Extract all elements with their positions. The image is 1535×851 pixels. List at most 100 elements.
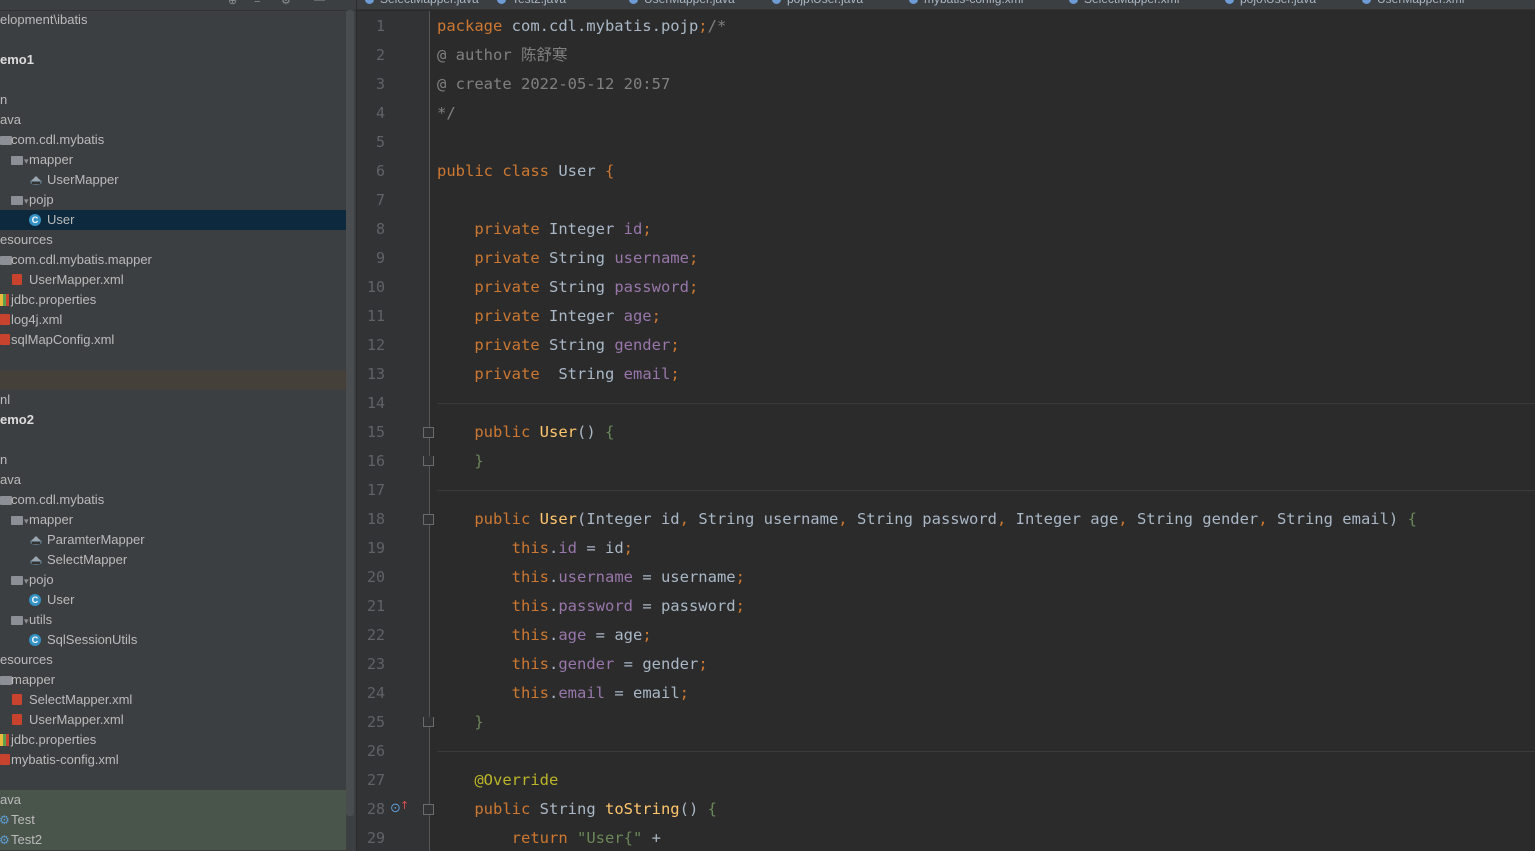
editor-tab[interactable]: pojp\User.java [772,0,863,9]
tree-item[interactable]: C User [0,590,346,610]
code-line[interactable]: private String email; [437,360,679,389]
tree-item[interactable]: nl [0,390,346,410]
code-line[interactable]: } [437,447,483,476]
tree-item[interactable]: com.cdl.mybatis [0,130,346,150]
code-line[interactable]: this.password = password; [437,592,745,621]
tree-item-label: esources [0,232,53,247]
editor-tab[interactable]: SelectMapper.xml [1069,0,1179,9]
editor-tab[interactable]: Test2.java [497,0,566,9]
locate-icon[interactable]: ⊕ [228,0,237,7]
tree-item[interactable]: UserMapper [0,170,346,190]
tree-item[interactable]: ParamterMapper [0,530,346,550]
tree-item[interactable]: ⚙ Test [0,810,346,830]
tree-item[interactable]: ▾ pojo [0,570,346,590]
code-line[interactable]: public User(Integer id, String username,… [437,505,1417,534]
tree-item[interactable]: com.cdl.mybatis.mapper [0,250,346,270]
tree-item[interactable]: SelectMapper [0,550,346,570]
tree-item[interactable]: ▾ mapper [0,150,346,170]
fold-end-marker-icon[interactable] [423,456,434,466]
tree-item[interactable]: esources [0,650,346,670]
code-line[interactable]: } [437,708,483,737]
tree-item-label: mapper [29,152,74,167]
tree-item-label: mapper [11,672,56,687]
file-type-icon [497,0,506,5]
tree-item[interactable]: emo1 [0,50,346,70]
code-token: private [437,336,549,354]
code-line[interactable]: */ [437,99,456,128]
code-line[interactable]: this.email = email; [437,679,689,708]
tree-item[interactable]: mapper [0,670,346,690]
fold-marker-icon[interactable] [423,427,434,438]
tree-item[interactable]: elopment\ibatis [0,10,346,30]
collapse-all-icon[interactable]: ≡ [254,0,260,6]
code-token: /* [707,17,727,35]
tree-item[interactable]: SelectMapper.xml [0,690,346,710]
code-token: id [558,539,577,557]
code-editor[interactable]: SelectMapper.java Test2.java UserMapper.ja… [357,0,1535,851]
editor-tab[interactable]: UserMapper.java [629,0,735,9]
editor-tab[interactable]: pojo\User.java [1225,0,1316,9]
editor-tab[interactable]: mybatis-config.xml [909,0,1023,9]
code-line[interactable]: private Integer age; [437,302,661,331]
tree-item[interactable] [0,70,346,90]
code-line[interactable]: public String toString() { [437,795,717,824]
code-token: Integer [548,220,624,238]
code-token: { [604,423,615,441]
tree-item[interactable]: ⚙ Test2 [0,830,346,850]
code-line[interactable]: this.id = id; [437,534,633,563]
tree-item-label: com.cdl.mybatis.mapper [11,252,152,267]
code-line[interactable]: private Integer id; [437,215,651,244]
tree-item[interactable] [0,30,346,50]
tree-item[interactable]: ava [0,110,346,130]
code-line[interactable]: @Override [437,766,558,795]
code-line[interactable]: @ create 2022-05-12 20:57 [437,70,670,99]
tree-item[interactable] [0,350,346,370]
tree-item[interactable] [0,370,346,390]
override-method-icon[interactable]: ⊙ ↑ [390,799,409,819]
tree-item[interactable]: emo2 [0,410,346,430]
tree-item[interactable]: jdbc.properties [0,290,346,310]
tree-item[interactable]: n [0,90,346,110]
code-line[interactable]: package com.cdl.mybatis.pojp;/* [437,12,726,41]
tree-item[interactable]: C SqlSessionUtils [0,630,346,650]
line-number: 7 [375,191,385,209]
code-line[interactable]: return "User{" + [437,824,661,851]
tree-item[interactable]: esources [0,230,346,250]
code-line[interactable]: this.username = username; [437,563,745,592]
code-line[interactable]: private String username; [437,244,698,273]
tree-item[interactable]: UserMapper.xml [0,710,346,730]
tree-item[interactable]: ava [0,790,346,810]
fold-marker-icon[interactable] [423,804,434,815]
code-line[interactable]: @ author 陈舒寒 [437,41,568,70]
code-line[interactable]: public class User { [437,157,614,186]
tree-item[interactable]: n [0,450,346,470]
tree-item[interactable]: ▾ utils [0,610,346,630]
tree-item[interactable] [0,770,346,790]
project-tree-scrollbar[interactable] [346,10,354,816]
tree-item[interactable]: com.cdl.mybatis [0,490,346,510]
tree-item[interactable]: jdbc.properties [0,730,346,750]
code-line[interactable]: public User() { [437,418,614,447]
tree-item[interactable]: ▾ pojp [0,190,346,210]
code-line[interactable]: this.gender = gender; [437,650,708,679]
tree-item[interactable]: log4j.xml [0,310,346,330]
tree-item[interactable]: ava [0,470,346,490]
tree-item[interactable]: sqlMapConfig.xml [0,330,346,350]
tree-item[interactable]: C User [0,210,346,230]
tree-item[interactable]: mybatis-config.xml [0,750,346,770]
settings-icon[interactable]: ⚙ [281,0,291,7]
code-token: toString [604,800,680,818]
code-line[interactable]: private String password; [437,273,698,302]
editor-tab[interactable]: UserMapper.xml [1362,0,1464,9]
fold-end-marker-icon[interactable] [423,717,434,727]
code-line[interactable]: private String gender; [437,331,679,360]
tree-item[interactable]: UserMapper.xml [0,270,346,290]
code-line[interactable]: this.age = age; [437,621,652,650]
tree-item[interactable] [0,430,346,450]
code-token: private [437,365,559,383]
code-token: this [437,597,549,615]
hide-panel-icon[interactable]: — [314,0,325,6]
tree-item[interactable]: ▾ mapper [0,510,346,530]
fold-marker-icon[interactable] [423,514,434,525]
editor-tab[interactable]: SelectMapper.java [365,0,479,9]
